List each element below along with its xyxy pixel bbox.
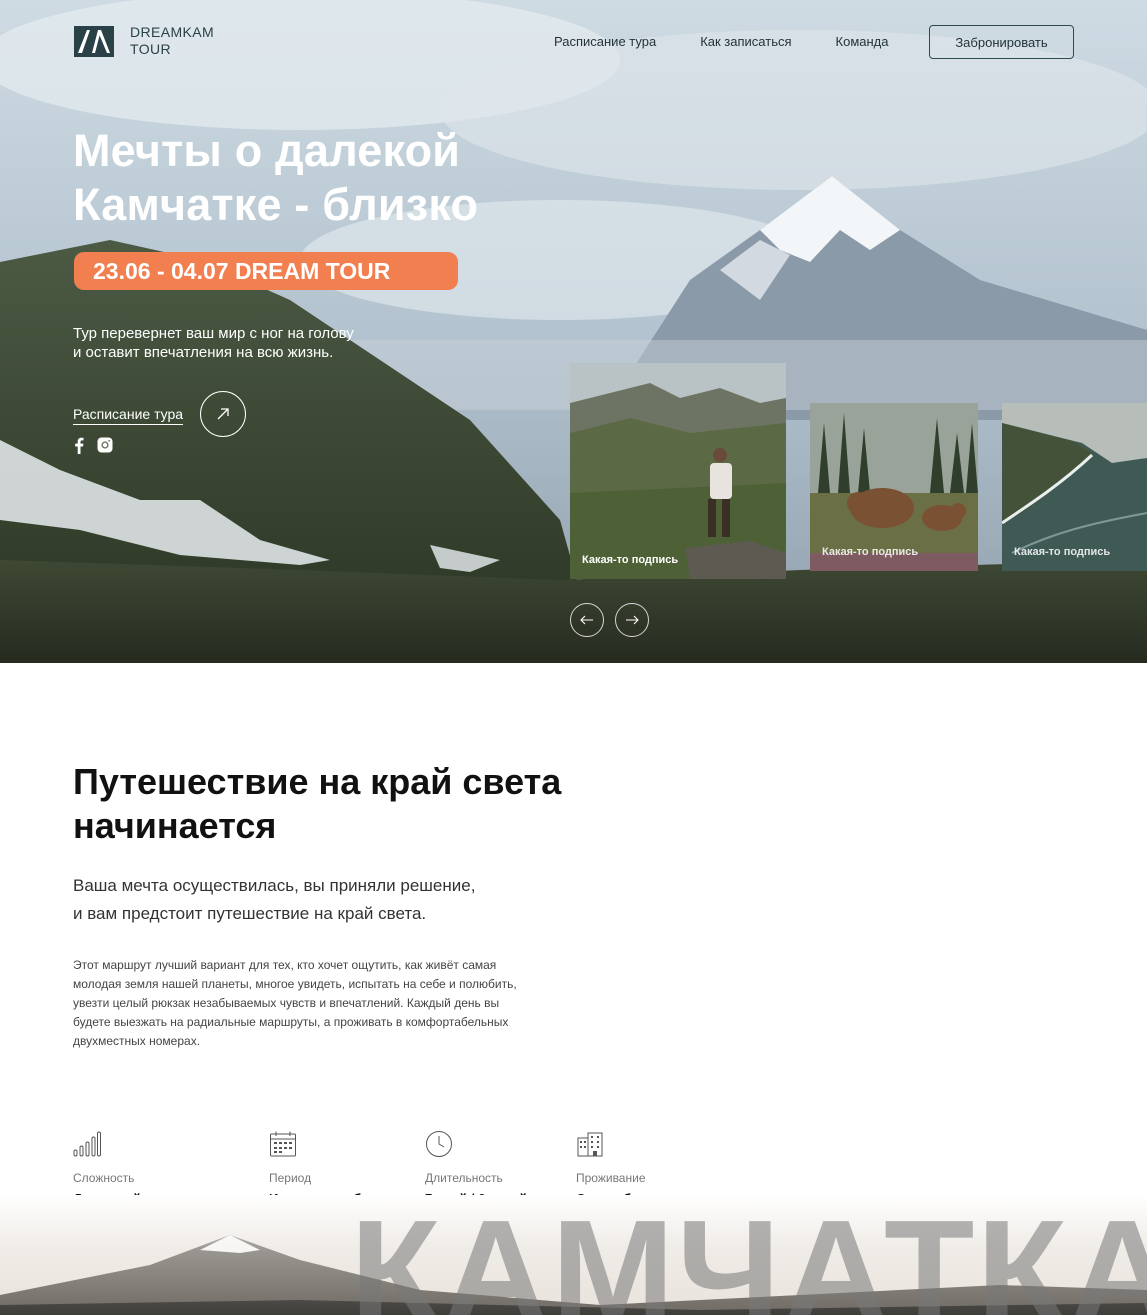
slider-card[interactable]: Какая-то подпись bbox=[570, 363, 786, 579]
arrow-left-icon bbox=[580, 615, 593, 625]
brand-logo[interactable]: DREAMKAM TOUR bbox=[74, 24, 214, 58]
hero-title: Мечты о далекой Камчатке - близко bbox=[73, 124, 633, 232]
slider-card[interactable]: Какая-то подпись bbox=[1002, 403, 1147, 571]
section-lead-line-1: Ваша мечта осуществилась, вы приняли реш… bbox=[73, 876, 476, 895]
hero-title-line-2: Камчатке - близко bbox=[73, 179, 479, 230]
building-icon bbox=[577, 1132, 603, 1157]
feature-label: Сложность bbox=[73, 1171, 135, 1185]
tour-dates-badge: 23.06 - 04.07 DREAM TOUR bbox=[74, 252, 458, 290]
logo-mark-icon bbox=[74, 25, 114, 57]
hero-subtitle-line-2: и оставит впечатления на всю жизнь. bbox=[73, 344, 334, 361]
card-caption: Какая-то подпись bbox=[582, 554, 679, 566]
brand-name: DREAMKAM TOUR bbox=[130, 24, 214, 58]
hero-title-line-1: Мечты о далекой bbox=[73, 125, 461, 176]
brand-line-2: TOUR bbox=[130, 41, 172, 57]
nav-item-schedule[interactable]: Расписание тура bbox=[554, 34, 656, 49]
section-title-line-2: начинается bbox=[73, 805, 277, 846]
slider-prev-button[interactable] bbox=[570, 603, 604, 637]
hero-subtitle: Тур перевернет ваш мир с ног на голову и… bbox=[73, 324, 393, 362]
facebook-icon[interactable] bbox=[73, 437, 85, 454]
section-title-line-1: Путешествие на край света bbox=[73, 761, 562, 802]
schedule-link[interactable]: Расписание тура bbox=[73, 406, 184, 425]
nav-item-how-to-join[interactable]: Как записаться bbox=[700, 34, 791, 49]
schedule-arrow-button[interactable] bbox=[200, 391, 246, 437]
hero-section: DREAMKAM TOUR Расписание тура Как записа… bbox=[0, 0, 1147, 663]
feature-label: Период bbox=[269, 1171, 312, 1185]
section-lead-line-2: и вам предстоит путешествие на край свет… bbox=[73, 904, 427, 923]
calendar-icon bbox=[270, 1131, 296, 1157]
hero-subtitle-line-1: Тур перевернет ваш мир с ног на голову bbox=[73, 325, 354, 342]
brand-line-1: DREAMKAM bbox=[130, 24, 215, 40]
slider-next-button[interactable] bbox=[615, 603, 649, 637]
feature-label: Проживание bbox=[576, 1171, 646, 1185]
signal-bars-icon bbox=[73, 1131, 101, 1157]
slider-card[interactable]: Какая-то подпись bbox=[810, 403, 978, 571]
arrow-right-icon bbox=[626, 615, 639, 625]
main-nav: Расписание тура Как записаться Команда bbox=[554, 34, 888, 49]
arrow-up-right-icon bbox=[217, 408, 229, 420]
background-word: КАМЧАТКА bbox=[350, 1190, 1147, 1315]
instagram-icon[interactable] bbox=[97, 437, 113, 453]
nav-item-team[interactable]: Команда bbox=[836, 34, 889, 49]
card-image-hiker bbox=[570, 363, 786, 579]
section-lead: Ваша мечта осуществилась, вы приняли реш… bbox=[73, 872, 543, 928]
book-button[interactable]: Забронировать bbox=[929, 25, 1074, 59]
section-body-text: Этот маршрут лучший вариант для тех, кто… bbox=[73, 958, 517, 1048]
card-caption: Какая-то подпись bbox=[1014, 546, 1111, 558]
clock-icon bbox=[426, 1131, 452, 1157]
section-title: Путешествие на край света начинается bbox=[73, 760, 693, 848]
feature-label: Длительность bbox=[425, 1171, 503, 1185]
card-caption: Какая-то подпись bbox=[822, 546, 919, 558]
